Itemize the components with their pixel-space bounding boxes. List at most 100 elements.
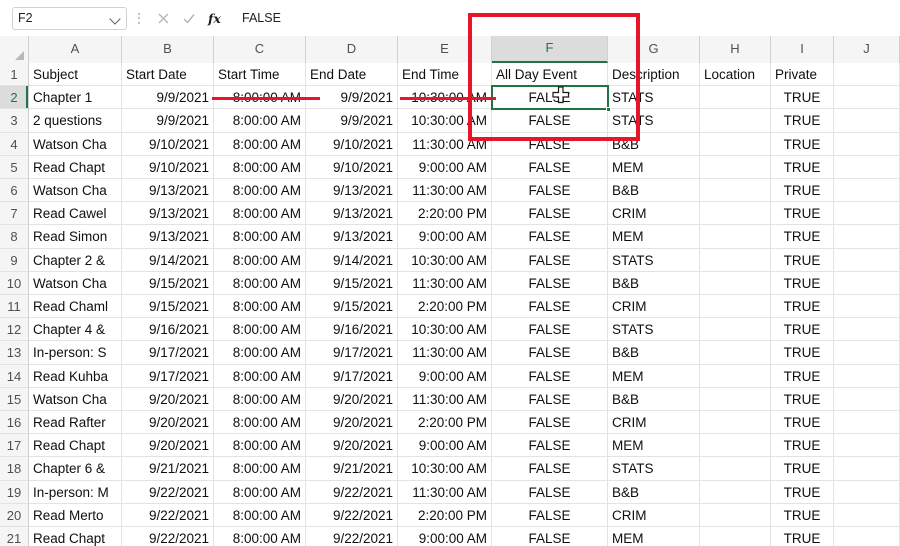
cell-f9[interactable]: FALSE (492, 248, 608, 272)
cell-h2[interactable] (700, 86, 771, 110)
cell-c16[interactable]: 8:00:00 AM (214, 411, 306, 435)
row-header-12[interactable]: 12 (0, 318, 28, 342)
cell-c18[interactable]: 8:00:00 AM (214, 457, 306, 481)
cell-i7[interactable]: TRUE (771, 202, 834, 226)
cell-e10[interactable]: 11:30:00 AM (398, 271, 492, 295)
cell-d15[interactable]: 9/20/2021 (306, 387, 398, 411)
cell-a7[interactable]: Read Cawel (29, 202, 122, 226)
cell-h15[interactable] (700, 387, 771, 411)
cell-b12[interactable]: 9/16/2021 (122, 318, 214, 342)
cell-g17[interactable]: MEM (608, 434, 700, 458)
cell-c9[interactable]: 8:00:00 AM (214, 248, 306, 272)
cell-g19[interactable]: B&B (608, 480, 700, 504)
header-cell-a1[interactable]: Subject (29, 63, 122, 87)
row-header-18[interactable]: 18 (0, 457, 28, 481)
cell-d10[interactable]: 9/15/2021 (306, 271, 398, 295)
cell-j19[interactable] (834, 480, 900, 504)
cell-c17[interactable]: 8:00:00 AM (214, 434, 306, 458)
cell-d17[interactable]: 9/20/2021 (306, 434, 398, 458)
cell-h4[interactable] (700, 132, 771, 156)
cell-h7[interactable] (700, 202, 771, 226)
cell-j13[interactable] (834, 341, 900, 365)
row-header-13[interactable]: 13 (0, 341, 28, 365)
cell-j16[interactable] (834, 411, 900, 435)
cell-e12[interactable]: 10:30:00 AM (398, 318, 492, 342)
cell-j10[interactable] (834, 271, 900, 295)
cell-j3[interactable] (834, 109, 900, 133)
cell-i13[interactable]: TRUE (771, 341, 834, 365)
cell-f6[interactable]: FALSE (492, 179, 608, 203)
cell-e7[interactable]: 2:20:00 PM (398, 202, 492, 226)
cell-a9[interactable]: Chapter 2 & (29, 248, 122, 272)
cell-i18[interactable]: TRUE (771, 457, 834, 481)
cell-h19[interactable] (700, 480, 771, 504)
cell-i21[interactable]: TRUE (771, 527, 834, 546)
row-header-16[interactable]: 16 (0, 411, 28, 435)
cell-a20[interactable]: Read Merto (29, 503, 122, 527)
cell-e8[interactable]: 9:00:00 AM (398, 225, 492, 249)
cell-i17[interactable]: TRUE (771, 434, 834, 458)
cell-f11[interactable]: FALSE (492, 295, 608, 319)
confirm-check-icon[interactable] (177, 7, 201, 30)
cell-i14[interactable]: TRUE (771, 364, 834, 388)
cell-f19[interactable]: FALSE (492, 480, 608, 504)
cell-c6[interactable]: 8:00:00 AM (214, 179, 306, 203)
cell-f7[interactable]: FALSE (492, 202, 608, 226)
cell-g10[interactable]: B&B (608, 271, 700, 295)
cell-f3[interactable]: FALSE (492, 109, 608, 133)
cell-b15[interactable]: 9/20/2021 (122, 387, 214, 411)
cell-g12[interactable]: STATS (608, 318, 700, 342)
cell-c11[interactable]: 8:00:00 AM (214, 295, 306, 319)
cell-h12[interactable] (700, 318, 771, 342)
cell-h5[interactable] (700, 155, 771, 179)
header-cell-h1[interactable]: Location (700, 63, 771, 87)
more-options-icon[interactable] (132, 7, 146, 30)
cell-c7[interactable]: 8:00:00 AM (214, 202, 306, 226)
cell-e6[interactable]: 11:30:00 AM (398, 179, 492, 203)
cell-b11[interactable]: 9/15/2021 (122, 295, 214, 319)
cell-h8[interactable] (700, 225, 771, 249)
cell-a21[interactable]: Read Chapt (29, 527, 122, 546)
column-header-e[interactable]: E (398, 36, 492, 63)
cell-g20[interactable]: CRIM (608, 503, 700, 527)
cell-a6[interactable]: Watson Cha (29, 179, 122, 203)
cell-j7[interactable] (834, 202, 900, 226)
cell-j21[interactable] (834, 527, 900, 546)
cell-i12[interactable]: TRUE (771, 318, 834, 342)
column-header-b[interactable]: B (122, 36, 214, 63)
column-header-c[interactable]: C (214, 36, 306, 63)
cell-b18[interactable]: 9/21/2021 (122, 457, 214, 481)
cell-i11[interactable]: TRUE (771, 295, 834, 319)
row-header-5[interactable]: 5 (0, 155, 28, 179)
cell-a11[interactable]: Read Chaml (29, 295, 122, 319)
row-header-15[interactable]: 15 (0, 387, 28, 411)
cell-j2[interactable] (834, 86, 900, 110)
cell-j4[interactable] (834, 132, 900, 156)
cell-g14[interactable]: MEM (608, 364, 700, 388)
cell-d18[interactable]: 9/21/2021 (306, 457, 398, 481)
cancel-x-icon[interactable] (151, 7, 175, 30)
row-header-21[interactable]: 21 (0, 527, 28, 546)
cell-j11[interactable] (834, 295, 900, 319)
cell-c12[interactable]: 8:00:00 AM (214, 318, 306, 342)
chevron-down-icon[interactable] (110, 13, 121, 24)
row-header-17[interactable]: 17 (0, 434, 28, 458)
cell-c10[interactable]: 8:00:00 AM (214, 271, 306, 295)
cell-e13[interactable]: 11:30:00 AM (398, 341, 492, 365)
cell-a15[interactable]: Watson Cha (29, 387, 122, 411)
cell-e9[interactable]: 10:30:00 AM (398, 248, 492, 272)
cell-g4[interactable]: B&B (608, 132, 700, 156)
cell-h6[interactable] (700, 179, 771, 203)
cell-b5[interactable]: 9/10/2021 (122, 155, 214, 179)
cell-b7[interactable]: 9/13/2021 (122, 202, 214, 226)
cell-g8[interactable]: MEM (608, 225, 700, 249)
cell-g5[interactable]: MEM (608, 155, 700, 179)
cell-j17[interactable] (834, 434, 900, 458)
cell-c13[interactable]: 8:00:00 AM (214, 341, 306, 365)
cell-c5[interactable]: 8:00:00 AM (214, 155, 306, 179)
cell-f10[interactable]: FALSE (492, 271, 608, 295)
cell-d20[interactable]: 9/22/2021 (306, 503, 398, 527)
cell-i15[interactable]: TRUE (771, 387, 834, 411)
header-cell-e1[interactable]: End Time (398, 63, 492, 87)
cell-f14[interactable]: FALSE (492, 364, 608, 388)
